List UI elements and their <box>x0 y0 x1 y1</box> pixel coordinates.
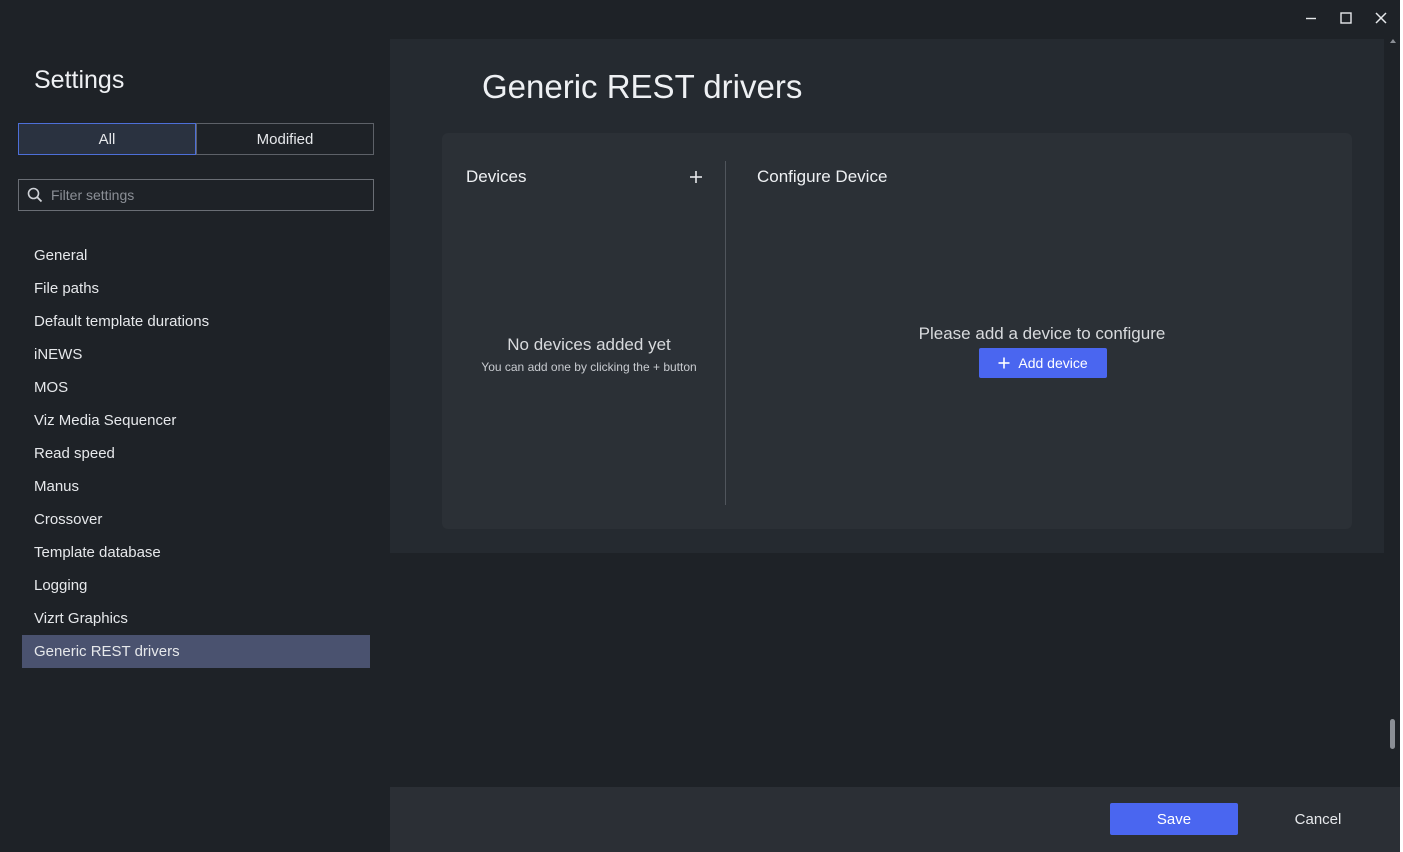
tab-all[interactable]: All <box>18 123 196 155</box>
sidebar-item-general[interactable]: General <box>22 239 370 272</box>
cancel-button[interactable]: Cancel <box>1254 803 1382 835</box>
close-button[interactable] <box>1364 4 1398 32</box>
search-icon <box>19 187 51 203</box>
scroll-up-arrow-icon[interactable] <box>1390 39 1396 43</box>
sidebar-item-file-paths[interactable]: File paths <box>22 272 370 305</box>
configure-device-header: Configure Device <box>757 167 888 186</box>
settings-nav: General File paths Default template dura… <box>22 239 370 668</box>
settings-content: Generic REST drivers Devices No devices … <box>390 39 1384 553</box>
devices-header: Devices <box>466 167 527 186</box>
minimize-icon <box>1306 17 1316 20</box>
no-devices-hint: You can add one by clicking the + button <box>481 360 697 374</box>
sidebar-item-inews[interactable]: iNEWS <box>22 338 370 371</box>
sidebar-item-generic-rest-drivers[interactable]: Generic REST drivers <box>22 635 370 668</box>
settings-window: Settings All Modified General File paths… <box>0 0 1400 852</box>
save-button[interactable]: Save <box>1110 803 1238 835</box>
tab-modified[interactable]: Modified <box>196 124 373 154</box>
close-icon <box>1375 12 1387 24</box>
sidebar-item-mos[interactable]: MOS <box>22 371 370 404</box>
filter-toggle: All Modified <box>18 123 374 155</box>
sidebar-item-read-speed[interactable]: Read speed <box>22 437 370 470</box>
search-input[interactable] <box>51 187 373 203</box>
plus-icon <box>998 357 1010 369</box>
sidebar-item-logging[interactable]: Logging <box>22 569 370 602</box>
sidebar-item-vizrt-graphics[interactable]: Vizrt Graphics <box>22 602 370 635</box>
plus-icon <box>690 171 702 183</box>
page-title: Generic REST drivers <box>482 68 803 105</box>
sidebar-item-manus[interactable]: Manus <box>22 470 370 503</box>
configure-placeholder-message: Please add a device to configure <box>918 324 1166 343</box>
sidebar-item-viz-media-sequencer[interactable]: Viz Media Sequencer <box>22 404 370 437</box>
rest-drivers-card: Devices No devices added yet You can add… <box>442 133 1352 529</box>
sidebar-item-template-database[interactable]: Template database <box>22 536 370 569</box>
dialog-footer: Save Cancel <box>390 787 1400 852</box>
sidebar-item-default-template-durations[interactable]: Default template durations <box>22 305 370 338</box>
settings-sidebar: Settings All Modified General File paths… <box>0 0 390 852</box>
sidebar-title: Settings <box>34 66 125 94</box>
maximize-icon <box>1340 12 1352 24</box>
content-scrollbar[interactable] <box>1388 39 1398 787</box>
add-device-button[interactable]: Add device <box>979 348 1107 378</box>
minimize-button[interactable] <box>1294 4 1328 32</box>
panel-divider <box>725 161 726 505</box>
no-devices-title: No devices added yet <box>507 335 671 354</box>
add-device-label: Add device <box>1018 355 1088 371</box>
filter-settings-field <box>18 179 374 211</box>
sidebar-item-crossover[interactable]: Crossover <box>22 503 370 536</box>
scrollbar-thumb[interactable] <box>1390 719 1395 749</box>
maximize-button[interactable] <box>1329 4 1363 32</box>
add-device-plus-button[interactable] <box>685 166 707 188</box>
